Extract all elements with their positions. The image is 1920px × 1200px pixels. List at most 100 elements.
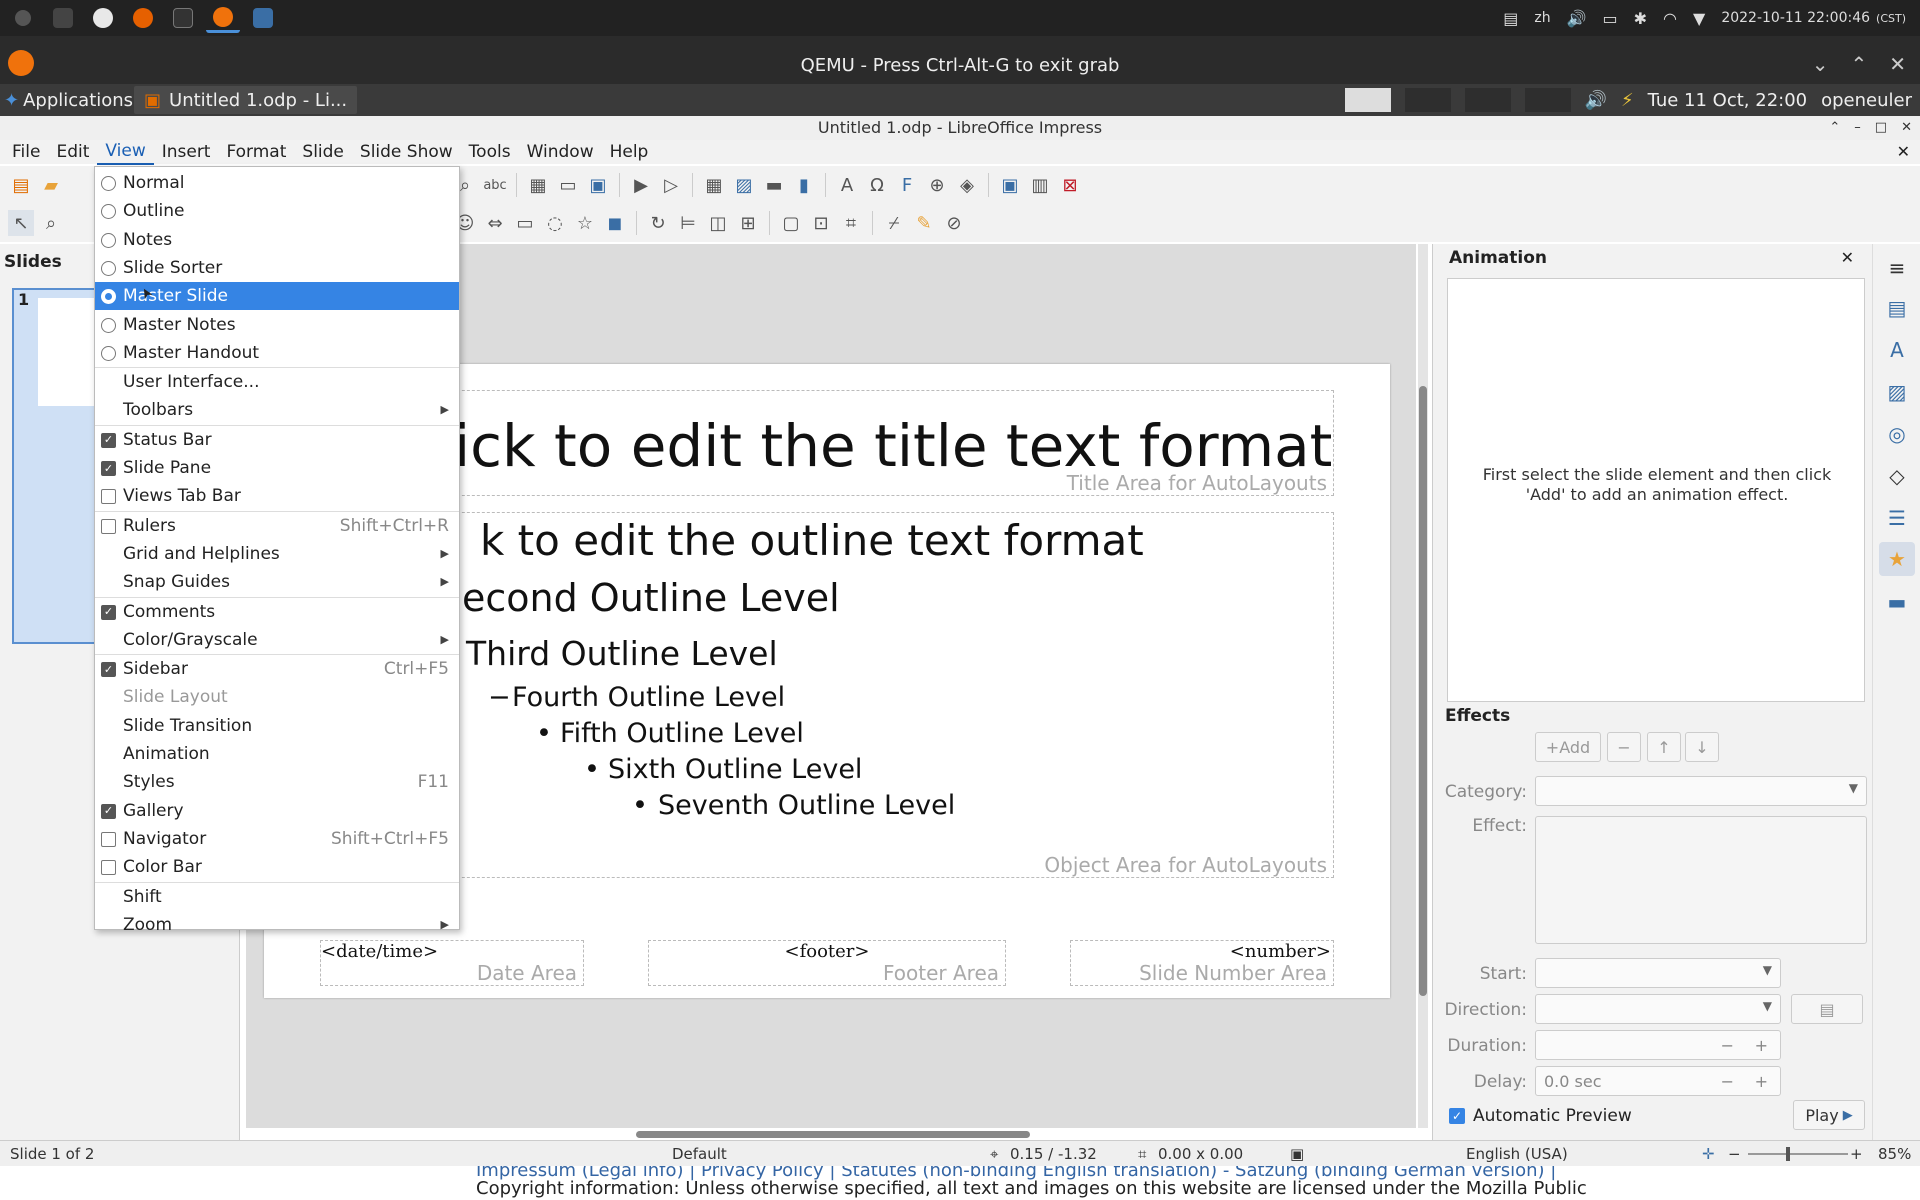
image-icon[interactable]: ▨ (731, 172, 757, 198)
arrange-icon[interactable]: ◫ (705, 210, 731, 236)
animation-icon[interactable]: ★ (1879, 542, 1915, 576)
media-icon[interactable]: ▬ (761, 172, 787, 198)
view-menu-item-color-grayscale[interactable]: Color/Grayscale ▶ (95, 626, 459, 654)
chart-icon[interactable]: ▮ (791, 172, 817, 198)
menu-help[interactable]: Help (602, 140, 657, 164)
toggle-extrusion-icon[interactable]: ⊘ (941, 210, 967, 236)
master-slide-icon[interactable]: ▣ (585, 172, 611, 198)
master-name[interactable]: Default (672, 1145, 727, 1163)
view-menu-item-slide-pane[interactable]: ✓ Slide Pane (95, 454, 459, 482)
taskbar-item-impress[interactable]: ▣ Untitled 1.odp - Li... (134, 86, 358, 114)
start-current-slide-icon[interactable]: ▷ (658, 172, 684, 198)
3d-objects-icon[interactable]: ◼ (602, 210, 628, 236)
view-menu-item-notes[interactable]: Notes (95, 226, 459, 254)
view-menu-item-color-bar[interactable]: Color Bar (95, 853, 459, 881)
view-menu-item-toolbars[interactable]: Toolbars ▶ (95, 396, 459, 424)
glue-points-icon[interactable]: ✎ (911, 210, 937, 236)
view-menu-item-slide-transition[interactable]: Slide Transition (95, 712, 459, 740)
zoom-slider-handle[interactable] (1786, 1147, 1790, 1161)
view-menu-item-snap-guides[interactable]: Snap Guides ▶ (95, 568, 459, 596)
volume-icon[interactable]: 🔊 (1567, 9, 1587, 28)
zoom-level[interactable]: 85% (1878, 1145, 1911, 1163)
power-icon[interactable]: ⚡ (1621, 90, 1634, 111)
grid-icon[interactable]: ▦ (525, 172, 551, 198)
menu-file[interactable]: File (4, 140, 48, 164)
align-icon[interactable]: ⊨ (675, 210, 701, 236)
menu-tools[interactable]: Tools (461, 140, 519, 164)
menu-format[interactable]: Format (218, 140, 294, 164)
new-document-icon[interactable]: ▤ (8, 172, 34, 198)
document-modified-icon[interactable]: ▣ (1290, 1145, 1304, 1163)
play-button[interactable]: Play ▶ (1793, 1100, 1865, 1130)
menu-slide[interactable]: Slide (294, 140, 352, 164)
delete-slide-icon[interactable]: ▥ (1027, 172, 1053, 198)
workspace-2[interactable] (1404, 88, 1451, 112)
delay-spinner[interactable]: 0.0 sec − + (1535, 1066, 1781, 1096)
fontwork-icon[interactable]: F (894, 172, 920, 198)
menu-insert[interactable]: Insert (154, 140, 219, 164)
guest-user[interactable]: openeuler (1821, 90, 1912, 111)
view-menu-item-views-tab-bar[interactable]: Views Tab Bar (95, 482, 459, 510)
start-first-slide-icon[interactable]: ▶ (628, 172, 654, 198)
slide-number-placeholder[interactable]: <number> Slide Number Area (1070, 940, 1334, 986)
select-arrow-icon[interactable]: ↖ (8, 210, 34, 236)
close-document-icon[interactable]: ✕ (1897, 140, 1910, 164)
menu-slide-show[interactable]: Slide Show (352, 140, 461, 164)
filter-icon[interactable]: ⌗ (838, 210, 864, 236)
close-icon[interactable]: ✕ (1889, 52, 1906, 76)
shade-icon[interactable]: ⌃ (1829, 116, 1840, 140)
effect-options-button[interactable]: ▤ (1791, 994, 1863, 1024)
stars-icon[interactable]: ☆ (572, 210, 598, 236)
master-slides-icon[interactable]: ▬ (1885, 590, 1909, 614)
view-menu-item-outline[interactable]: Outline (95, 197, 459, 225)
view-menu-item-shift[interactable]: Shift (95, 883, 459, 911)
host-terminal2-icon[interactable] (166, 3, 200, 33)
view-menu-item-master-handout[interactable]: Master Handout (95, 339, 459, 367)
spellcheck-icon[interactable]: abc (482, 172, 508, 198)
view-menu-item-animation[interactable]: Animation (95, 740, 459, 768)
tray-menu-arrow-icon[interactable]: ▼ (1693, 9, 1705, 28)
remove-effect-button[interactable]: − (1607, 732, 1641, 762)
gallery-icon[interactable]: ▨ (1885, 380, 1909, 404)
shapes-icon[interactable]: ◇ (1885, 464, 1909, 488)
plus-icon[interactable]: + (1755, 1036, 1768, 1055)
open-folder-icon[interactable]: ▰ (38, 172, 64, 198)
plus-icon[interactable]: + (1755, 1072, 1768, 1091)
menu-view[interactable]: View (97, 139, 154, 165)
minus-icon[interactable]: − (1721, 1036, 1734, 1055)
host-firefox-icon[interactable] (126, 3, 160, 33)
display-views-icon[interactable]: ▭ (555, 172, 581, 198)
chevron-down-icon[interactable]: ⌄ (1812, 52, 1829, 76)
view-menu-item-user-interface[interactable]: User Interface... (95, 368, 459, 396)
rotate-icon[interactable]: ↻ (645, 210, 671, 236)
minus-icon[interactable]: − (1721, 1072, 1734, 1091)
view-menu-item-grid-and-helplines[interactable]: Grid and Helplines ▶ (95, 540, 459, 568)
textbox-icon[interactable]: A (834, 172, 860, 198)
date-placeholder[interactable]: <date/time> Date Area (320, 940, 584, 986)
chevron-up-icon[interactable]: ⌃ (1850, 52, 1867, 76)
navigator-icon[interactable]: ◎ (1885, 422, 1909, 446)
minimize-icon[interactable]: – (1854, 116, 1861, 140)
distribute-icon[interactable]: ⊞ (735, 210, 761, 236)
vertical-scrollbar-thumb[interactable] (1419, 386, 1427, 996)
styles-icon[interactable]: A (1885, 338, 1909, 362)
special-character-icon[interactable]: Ω (864, 172, 890, 198)
view-menu-item-styles[interactable]: Styles F11 (95, 768, 459, 796)
arrow-up-icon[interactable]: ↑ (1647, 732, 1681, 762)
applications-menu[interactable]: ✦ Applications (0, 84, 133, 116)
view-menu-item-zoom[interactable]: Zoom ▶ (95, 911, 459, 939)
text-language[interactable]: English (USA) (1466, 1145, 1568, 1163)
direction-select[interactable]: ▼ (1535, 994, 1781, 1024)
view-menu-item-sidebar[interactable]: ✓ Sidebar Ctrl+F5 (95, 655, 459, 683)
zoom-slider[interactable] (1748, 1153, 1848, 1155)
close-master-view-icon[interactable]: ⊠ (1057, 172, 1083, 198)
show-draw-functions-icon[interactable]: ▣ (997, 172, 1023, 198)
view-menu-item-rulers[interactable]: Rulers Shift+Ctrl+R (95, 512, 459, 540)
workspace-3[interactable] (1464, 88, 1511, 112)
duration-spinner[interactable]: − + (1535, 1030, 1781, 1060)
outline-placeholder[interactable]: Object Area for AutoLayouts (322, 512, 1334, 878)
category-select[interactable]: ▼ (1535, 776, 1867, 806)
hamburger-menu-icon[interactable]: ≡ (1885, 256, 1909, 280)
points-icon[interactable]: ⌿ (881, 210, 907, 236)
host-qemu-icon[interactable] (206, 3, 240, 33)
